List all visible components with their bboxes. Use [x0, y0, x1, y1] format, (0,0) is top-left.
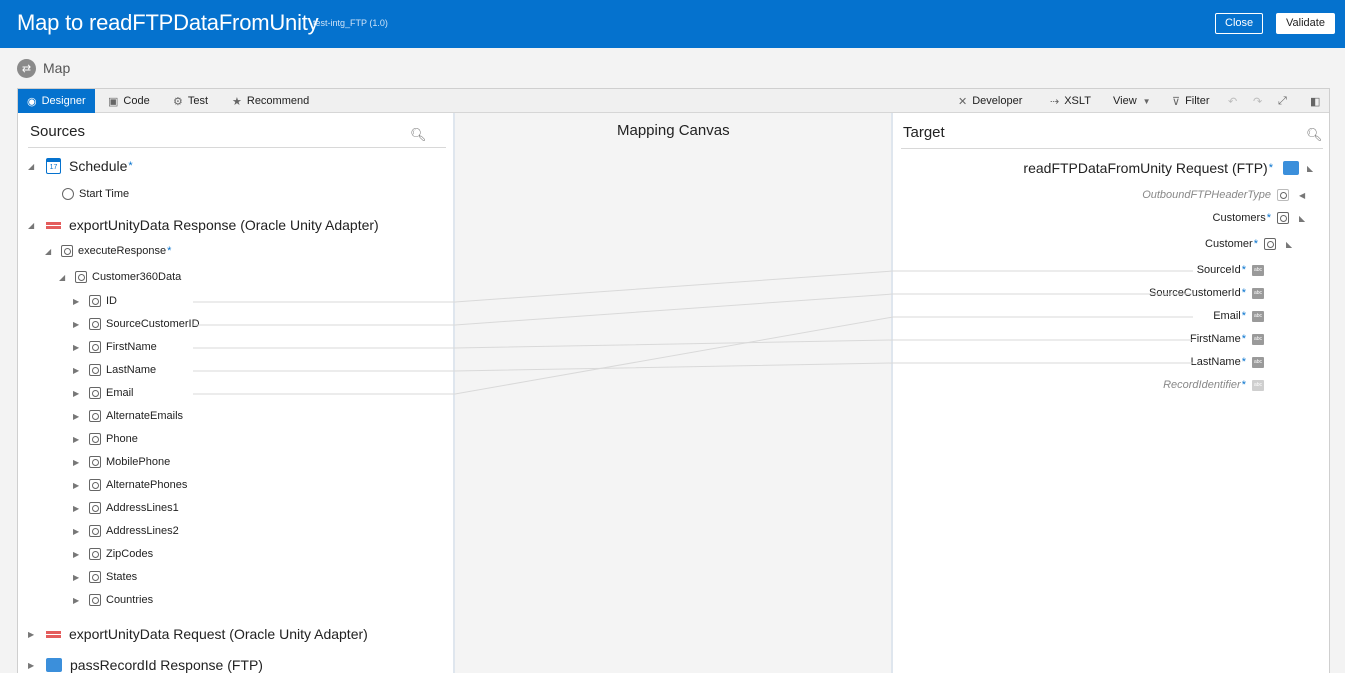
mapping-line[interactable]: [193, 362, 1193, 372]
breadcrumb: ⇄ Map: [17, 58, 70, 78]
breadcrumb-label: Map: [43, 60, 71, 76]
integration-version: test-intg_FTP (1.0): [313, 18, 388, 28]
mapping-line[interactable]: [193, 339, 1193, 349]
mapping-line[interactable]: [193, 270, 1193, 303]
mapper-frame: ◉ Designer ▣ Code ⚙ Test ★ Recommend ✕ D…: [17, 88, 1330, 673]
map-icon: ⇄: [17, 58, 36, 78]
close-button[interactable]: Close: [1215, 13, 1264, 34]
mapping-line[interactable]: [193, 316, 1193, 395]
title-bar: Map to readFTPDataFromUnity test-intg_FT…: [0, 0, 1345, 48]
page-title: Map to readFTPDataFromUnity: [17, 10, 319, 35]
mapping-lines: [193, 270, 1193, 395]
validate-button[interactable]: Validate: [1276, 13, 1335, 34]
mapping-line[interactable]: [193, 293, 1193, 326]
